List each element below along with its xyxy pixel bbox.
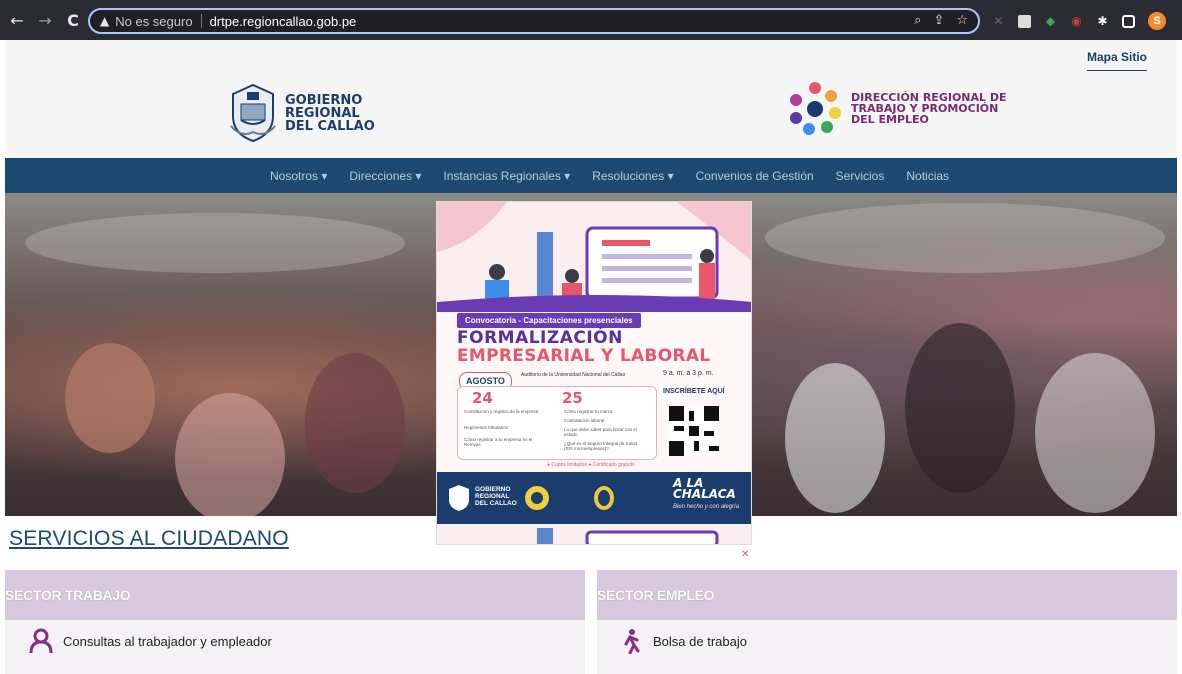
photo-shape: [175, 393, 285, 516]
drtpe-logo-text: DIRECCIÓN REGIONAL DE TRABAJO Y PROMOCIÓ…: [851, 92, 1007, 125]
gob-logo-text: GOBIERNO REGIONAL DEL CALLAO: [285, 94, 375, 133]
url-text[interactable]: drtpe.regioncallao.gob.pe: [210, 14, 357, 29]
flyer-item: Cómo registrar a tu empresa en el Remype: [464, 437, 533, 447]
nav-item-resoluciones[interactable]: Resoluciones ▾: [592, 169, 673, 183]
share-icon[interactable]: ⇪: [933, 13, 944, 28]
photo-shape: [765, 203, 1165, 273]
flyer-tagline: Bien hecho y con alegría: [673, 504, 740, 510]
modal-close-icon[interactable]: ✕: [741, 549, 749, 560]
sector-trabajo-header: SECTOR TRABAJO: [5, 570, 585, 620]
forward-arrow-icon[interactable]: →: [34, 11, 56, 30]
flyer-banner: Convocatoria - Capacitaciones presencial…: [457, 313, 641, 328]
flyer-item: ¿Qué es el Seguro Integral de Salud (SIS…: [564, 441, 638, 451]
drtpe-logo-line: DEL EMPLEO: [851, 112, 929, 126]
bolsa-de-trabajo-label: Bolsa de trabajo: [653, 633, 747, 649]
address-bar-actions: ⌕ ⇪ ☆: [914, 13, 968, 28]
consultas-label: Consultas al trabajador y empleador: [63, 633, 272, 649]
event-flyer-modal[interactable]: Convocatoria - Capacitaciones presencial…: [436, 201, 752, 545]
flyer-item: Regímenes tributarios: [464, 425, 509, 430]
nav-item-direcciones[interactable]: Direcciones ▾: [349, 169, 421, 183]
drtpe-emblem-icon: [790, 82, 841, 135]
flyer-venue: Auditorio de la Universidad Nacional del…: [521, 372, 626, 378]
extension-icon-2[interactable]: [1018, 14, 1031, 28]
sector-trabajo-title: SECTOR TRABAJO: [5, 587, 131, 603]
photo-shape: [785, 363, 885, 513]
person-icon: [29, 628, 53, 654]
gob-logo-line: DEL CALLAO: [285, 118, 375, 134]
zoom-icon[interactable]: ⌕: [914, 13, 921, 28]
sector-empleo-title: SECTOR EMPLEO: [597, 587, 715, 603]
callao-seal-icon: [449, 485, 469, 511]
sector-empleo-body: Bolsa de trabajo: [597, 620, 1177, 674]
sector-empleo-panel: SECTOR EMPLEO Bolsa de trabajo: [597, 570, 1177, 674]
flyer-item: Constitución y registro de la empresa: [464, 409, 539, 414]
photo-shape: [305, 353, 405, 493]
university-seal-icon: [594, 486, 614, 510]
flyer-chalaca-slogan: A LA CHALACA: [673, 477, 736, 501]
flyer-title-line1: FORMALIZACIÓN: [457, 328, 623, 348]
flyer-footer-line: REGIONAL: [475, 493, 510, 500]
gob-logo-line: GOBIERNO: [285, 92, 363, 108]
gobierno-regional-logo[interactable]: GOBIERNO REGIONAL DEL CALLAO: [227, 82, 375, 144]
flyer-schedule-box: 24 Constitución y registro de la empresa…: [457, 386, 657, 460]
flyer-title-line2: EMPRESARIAL Y LABORAL: [457, 346, 711, 366]
callao-seal-icon: [230, 83, 276, 143]
flyer-item: Cómo registrar tu marca: [564, 409, 613, 414]
flyer-tags: ● Cupos limitados ● Certificado gratuito: [547, 462, 635, 468]
flyer-day-1: 24: [472, 389, 493, 407]
nav-item-nosotros[interactable]: Nosotros ▾: [270, 169, 327, 183]
reload-icon[interactable]: C: [62, 11, 84, 30]
walking-person-icon: [624, 629, 640, 654]
divider: [200, 14, 202, 28]
main-navigation: Nosotros ▾ Direcciones ▾ Instancias Regi…: [5, 158, 1177, 193]
flyer-illustration: [437, 202, 751, 312]
flyer-register-label: INSCRÍBETE AQUÍ: [663, 388, 725, 395]
extensions-bar: ✕ ◆ ◉ ✱ S: [992, 12, 1166, 30]
flyer-day-2: 25: [562, 389, 583, 407]
drtpe-logo-line: DIRECCIÓN REGIONAL DE: [851, 90, 1007, 104]
extension-icon-1[interactable]: ✕: [992, 14, 1005, 28]
bookmark-star-icon[interactable]: ☆: [956, 13, 968, 28]
site-header: Mapa Sitio GOBIERNO REGIONAL DEL CALLAO: [5, 40, 1177, 158]
photo-shape: [65, 343, 155, 453]
back-arrow-icon[interactable]: ←: [6, 11, 28, 30]
gob-logo-line: REGIONAL: [285, 105, 360, 121]
address-bar[interactable]: ▲ No es seguro drtpe.regioncallao.gob.pe…: [88, 8, 980, 34]
flyer-footer: GOBIERNO REGIONAL DEL CALLAO A LA CHALAC…: [437, 472, 751, 524]
flyer-item: Contratación laboral: [564, 418, 605, 423]
security-label: No es seguro: [115, 13, 193, 29]
extension-icon-3[interactable]: ◆: [1044, 14, 1057, 28]
flyer-item: Lo que debe saber para licitar con el es…: [564, 427, 637, 437]
nav-item-servicios[interactable]: Servicios: [836, 169, 885, 183]
sector-empleo-header: SECTOR EMPLEO: [597, 570, 1177, 620]
sector-trabajo-panel: SECTOR TRABAJO Consultas al trabajador y…: [5, 570, 585, 674]
profile-avatar[interactable]: S: [1148, 12, 1166, 30]
photo-shape: [25, 213, 405, 273]
nav-item-noticias[interactable]: Noticias: [906, 169, 949, 183]
chalaca-line: CHALACA: [673, 487, 736, 501]
flyer-time: 9 a. m. a 3 p. m.: [663, 370, 714, 377]
flyer-footer-line: DEL CALLAO: [475, 500, 517, 507]
flyer-footer-gob: GOBIERNO REGIONAL DEL CALLAO: [475, 486, 517, 507]
extension-icon-4[interactable]: ◉: [1070, 14, 1083, 28]
sector-trabajo-body: Consultas al trabajador y empleador: [5, 620, 585, 674]
drtpe-logo-line: TRABAJO Y PROMOCIÓN: [851, 101, 999, 115]
bolsa-de-trabajo-link[interactable]: Bolsa de trabajo: [619, 628, 747, 654]
qr-code-icon[interactable]: [669, 406, 719, 456]
side-panel-icon[interactable]: [1122, 14, 1135, 28]
nav-item-convenios[interactable]: Convenios de Gestión: [696, 169, 814, 183]
photo-shape: [905, 323, 1015, 493]
drtpe-emblem-icon: [525, 486, 549, 510]
photo-shape: [1035, 353, 1155, 513]
extensions-puzzle-icon[interactable]: ✱: [1096, 14, 1109, 28]
services-heading[interactable]: SERVICIOS AL CIUDADANO: [9, 527, 289, 551]
warning-icon: ▲: [100, 14, 110, 28]
site-map-link[interactable]: Mapa Sitio: [1086, 50, 1147, 71]
drtpe-logo[interactable]: DIRECCIÓN REGIONAL DE TRABAJO Y PROMOCIÓ…: [787, 80, 1007, 136]
flyer-footer-line: GOBIERNO: [475, 486, 511, 493]
flyer-bottom-illustration: [437, 524, 751, 544]
nav-item-instancias-regionales[interactable]: Instancias Regionales ▾: [443, 169, 570, 183]
browser-toolbar: ← → C ▲ No es seguro drtpe.regioncallao.…: [0, 0, 1182, 40]
consultas-link[interactable]: Consultas al trabajador y empleador: [29, 628, 272, 654]
